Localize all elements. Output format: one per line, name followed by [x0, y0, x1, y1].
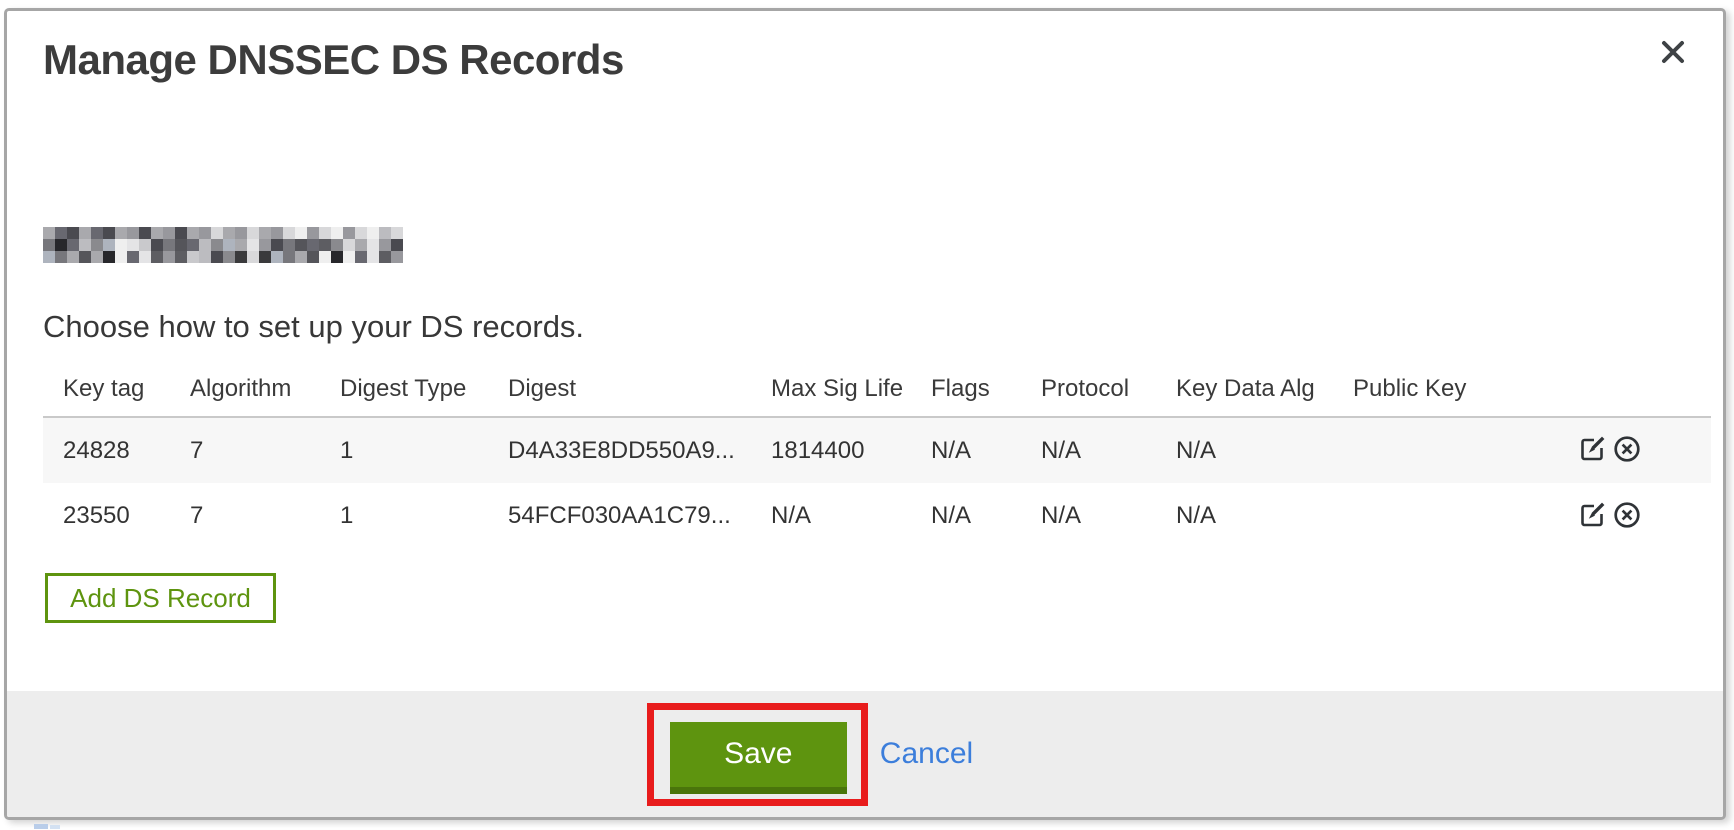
redacted-domain-name: [43, 227, 403, 263]
table-row: 24828 7 1 D4A33E8DD550A9... 1814400 N/A …: [43, 418, 1711, 483]
cell-protocol: N/A: [1041, 502, 1176, 530]
save-button[interactable]: Save: [670, 722, 847, 794]
manage-dnssec-ds-records-dialog: Manage DNSSEC DS Records Choose how to s…: [4, 8, 1726, 820]
close-icon: [1658, 37, 1688, 70]
ds-records-table: Key tag Algorithm Digest Type Digest Max…: [43, 369, 1711, 549]
row-actions: [1576, 500, 1711, 532]
page-title: Manage DNSSEC DS Records: [43, 37, 624, 83]
col-header-flags: Flags: [931, 375, 1041, 403]
table-body: 24828 7 1 D4A33E8DD550A9... 1814400 N/A …: [43, 416, 1711, 549]
cell-key-tag: 24828: [43, 437, 190, 465]
cell-key-tag: 23550: [43, 502, 190, 530]
cell-flags: N/A: [931, 502, 1041, 530]
table-row: 23550 7 1 54FCF030AA1C79... N/A N/A N/A …: [43, 483, 1711, 549]
cell-flags: N/A: [931, 437, 1041, 465]
col-header-max-sig-life: Max Sig Life: [771, 375, 931, 403]
col-header-public-key: Public Key: [1353, 375, 1576, 403]
col-header-protocol: Protocol: [1041, 375, 1176, 403]
delete-record-button[interactable]: [1611, 500, 1643, 532]
edit-record-button[interactable]: [1576, 435, 1608, 467]
cell-digest-type: 1: [340, 437, 508, 465]
col-header-digest-type: Digest Type: [340, 375, 508, 403]
save-annotation-highlight: Save: [647, 703, 868, 806]
cell-max-sig-life: 1814400: [771, 437, 931, 465]
delete-icon: [1612, 500, 1642, 532]
delete-icon: [1612, 435, 1642, 467]
add-ds-record-button[interactable]: Add DS Record: [45, 573, 276, 623]
cell-algorithm: 7: [190, 437, 340, 465]
cell-key-data-alg: N/A: [1176, 437, 1353, 465]
edit-icon: [1577, 500, 1607, 532]
cell-key-data-alg: N/A: [1176, 502, 1353, 530]
row-actions: [1576, 435, 1711, 467]
background-page-artifact: [50, 825, 60, 829]
delete-record-button[interactable]: [1611, 435, 1643, 467]
table-header-row: Key tag Algorithm Digest Type Digest Max…: [43, 369, 1711, 416]
cell-digest: D4A33E8DD550A9...: [508, 437, 771, 465]
col-header-digest: Digest: [508, 375, 771, 403]
cancel-link[interactable]: Cancel: [880, 737, 973, 771]
col-header-algorithm: Algorithm: [190, 375, 340, 403]
edit-icon: [1577, 435, 1607, 467]
instruction-text: Choose how to set up your DS records.: [43, 309, 584, 345]
cell-protocol: N/A: [1041, 437, 1176, 465]
background-page-artifact: [34, 824, 48, 829]
cell-algorithm: 7: [190, 502, 340, 530]
col-header-key-data-alg: Key Data Alg: [1176, 375, 1353, 403]
edit-record-button[interactable]: [1576, 500, 1608, 532]
dialog-footer: Save Cancel: [7, 691, 1723, 817]
col-header-key-tag: Key tag: [43, 375, 190, 403]
cell-max-sig-life: N/A: [771, 502, 931, 530]
cell-digest-type: 1: [340, 502, 508, 530]
close-button[interactable]: [1653, 33, 1693, 73]
cell-digest: 54FCF030AA1C79...: [508, 502, 771, 530]
